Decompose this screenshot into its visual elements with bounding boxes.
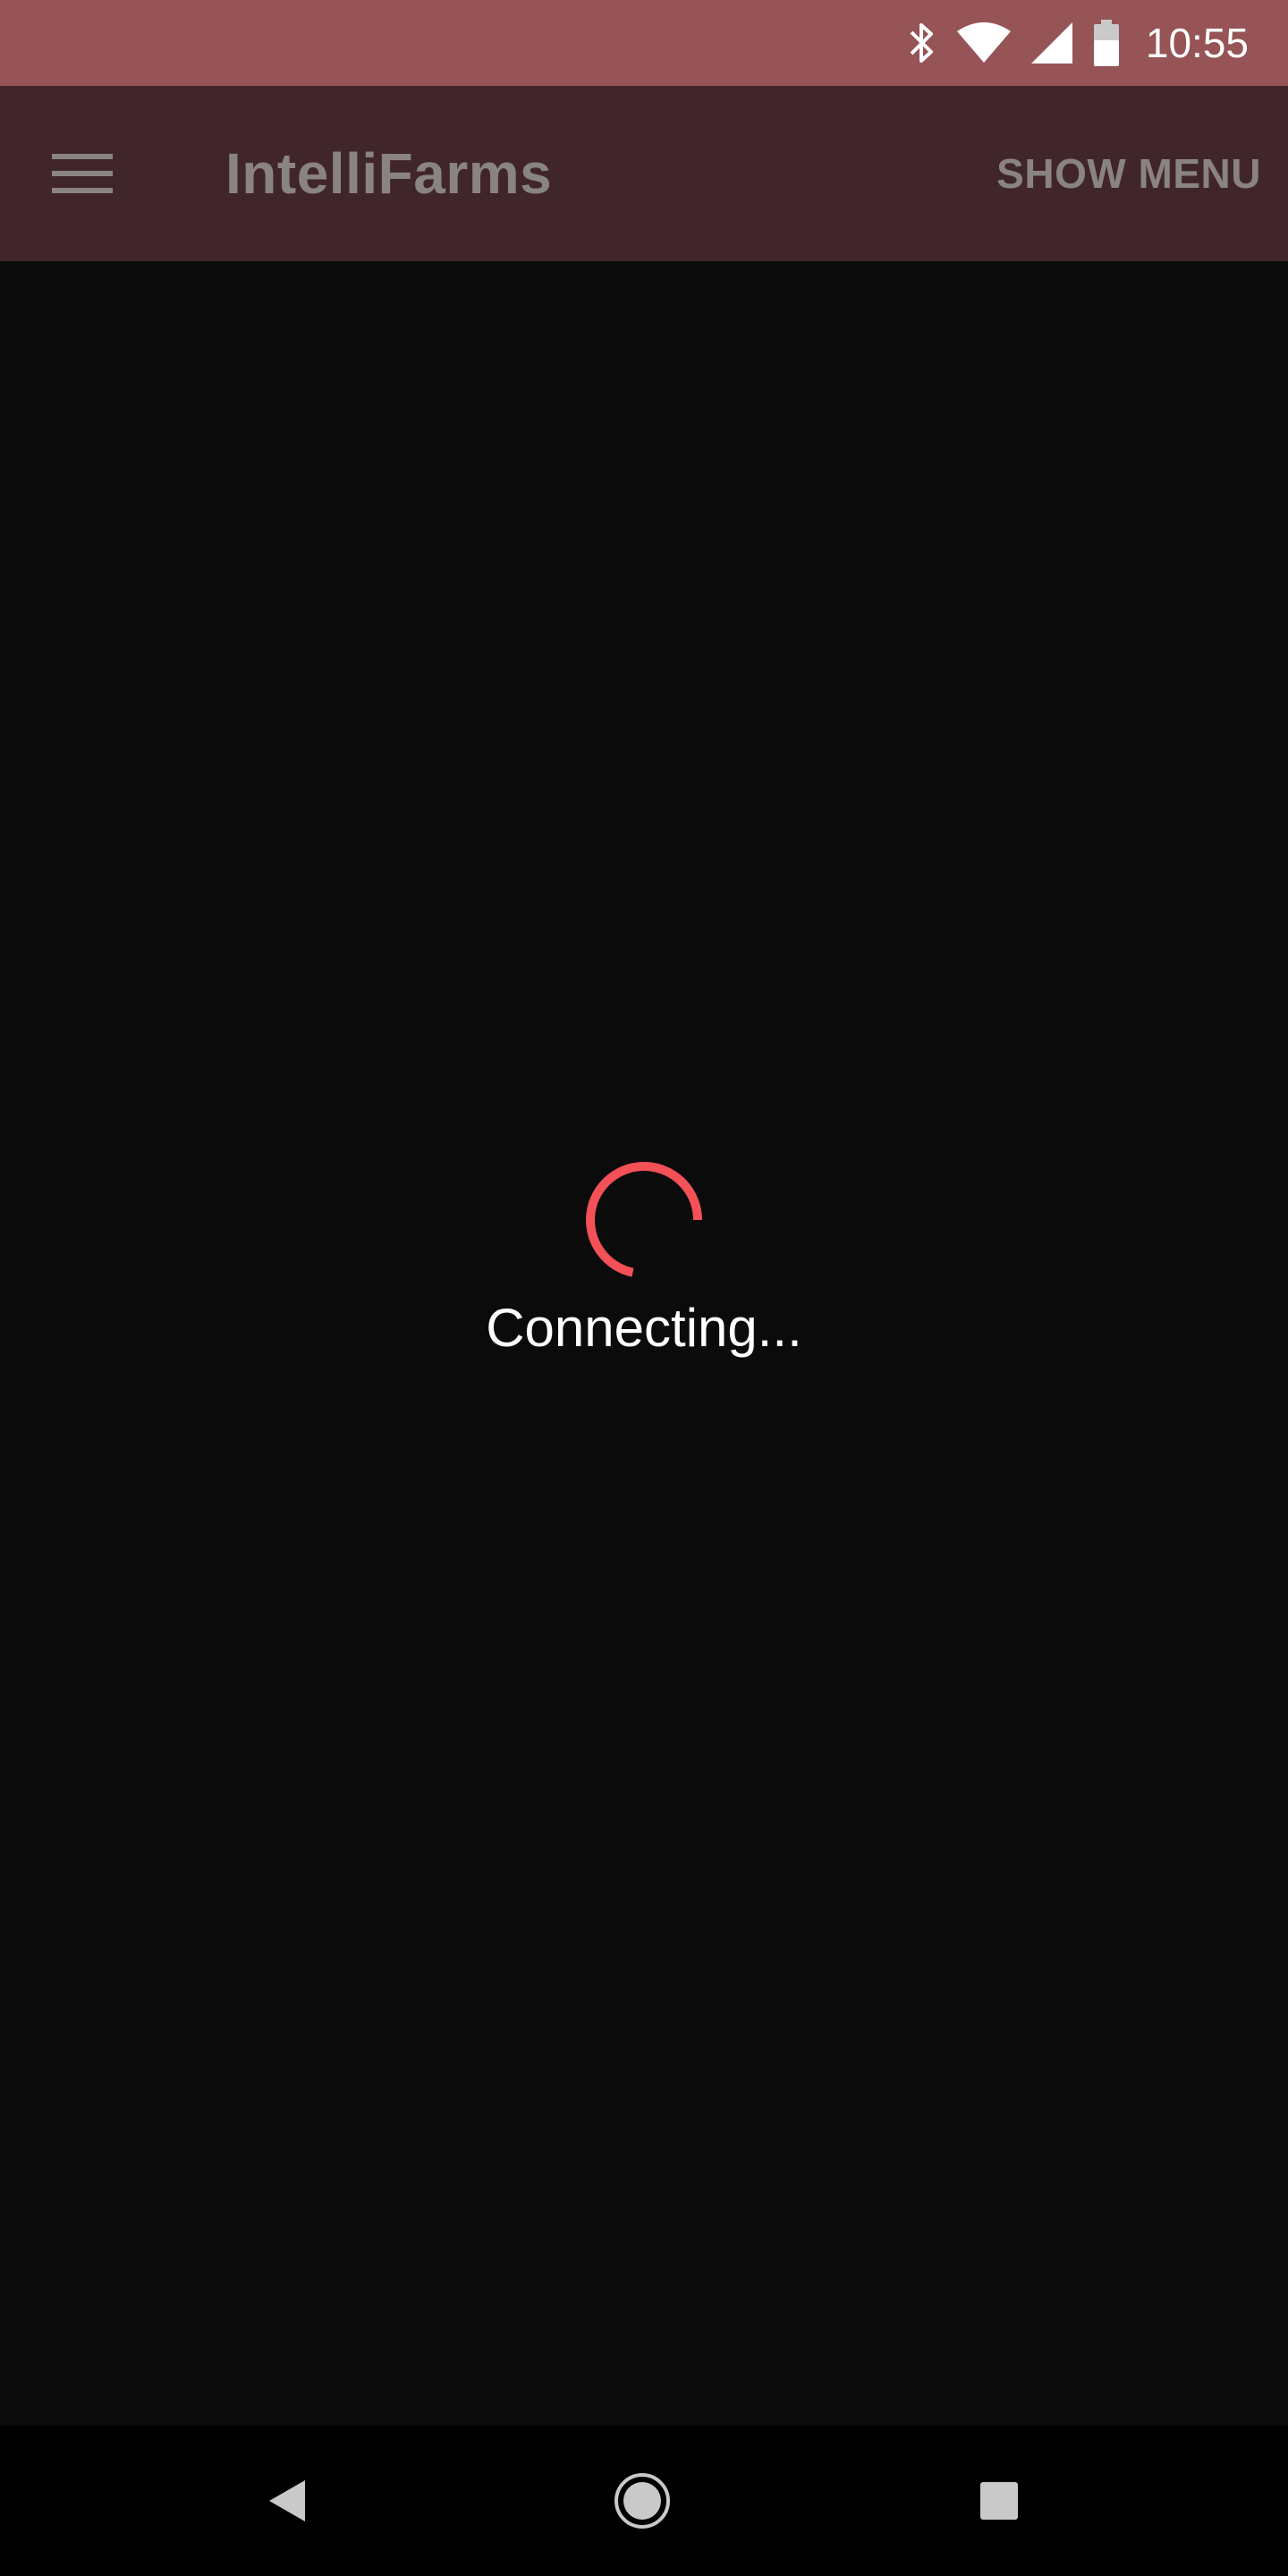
navigation-menu-button[interactable]	[39, 131, 125, 216]
app-bar: IntelliFarms SHOW MENU	[0, 86, 1288, 261]
status-bar: 10:55	[0, 0, 1288, 86]
app-screen: 10:55 IntelliFarms SHOW MENU Connecting.…	[0, 0, 1288, 2576]
recents-icon	[980, 2482, 1018, 2520]
status-icons: 10:55	[906, 0, 1249, 86]
main-content: Connecting...	[0, 261, 1288, 2426]
recents-button[interactable]	[962, 2463, 1037, 2538]
status-time: 10:55	[1145, 20, 1249, 66]
back-button[interactable]	[249, 2463, 324, 2538]
hamburger-menu-icon	[52, 154, 113, 193]
wifi-icon	[956, 22, 1011, 63]
loading-spinner-icon	[586, 1162, 702, 1277]
bluetooth-icon	[910, 23, 933, 63]
battery-icon	[1093, 20, 1119, 66]
system-navigation-bar	[0, 2426, 1288, 2576]
app-title: IntelliFarms	[225, 141, 553, 206]
connecting-label: Connecting...	[486, 1298, 802, 1358]
home-button[interactable]	[605, 2463, 680, 2538]
home-icon	[614, 2473, 670, 2529]
back-icon	[269, 2480, 305, 2521]
cell-signal-icon	[1030, 22, 1072, 64]
show-menu-button[interactable]: SHOW MENU	[996, 86, 1261, 261]
